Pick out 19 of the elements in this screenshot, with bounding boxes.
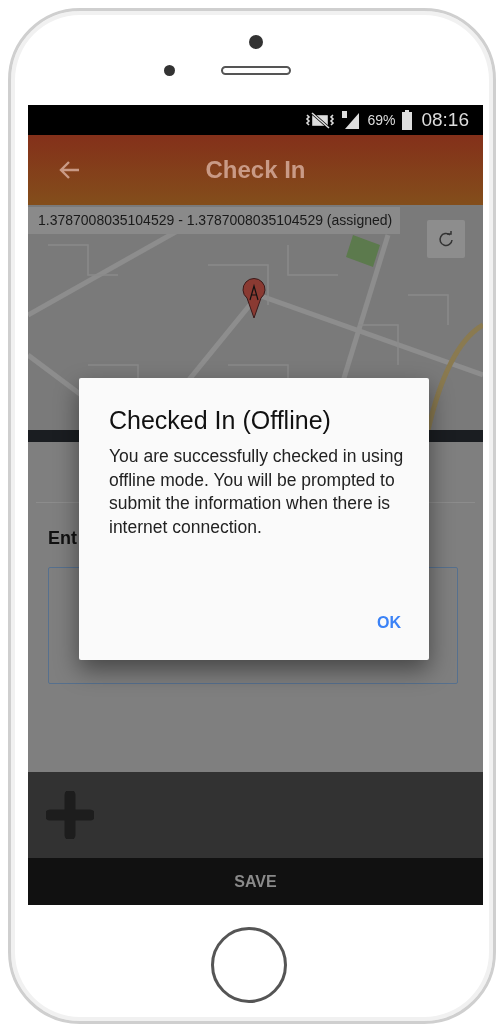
ok-button[interactable]: OK [369,608,409,638]
field-label: Ent [48,528,77,549]
screen-title: Check In [205,156,306,183]
back-arrow-icon [58,160,80,180]
dialog-message: You are successfully checked in using offline mode. You will be prompted to submit the information when there is internet connection. [109,445,405,539]
refresh-button[interactable] [427,220,465,258]
battery-percentage: 69% [367,112,396,128]
dialog-title: Checked In (Offline) [109,406,332,435]
signal-icon [341,110,362,130]
front-camera-icon [249,35,263,49]
battery-icon [401,110,414,130]
coordinates-label: 1.3787008035104529 - 1.3787008035104529 (assigned) [28,207,401,234]
map-pin-icon [241,278,267,318]
refresh-icon [438,231,454,247]
speaker-grille-icon [221,66,291,75]
sensor-icon [164,65,175,76]
vibrate-mute-icon [305,111,336,129]
save-button[interactable]: SAVE [28,858,483,905]
clock-time: 08:16 [421,109,469,131]
